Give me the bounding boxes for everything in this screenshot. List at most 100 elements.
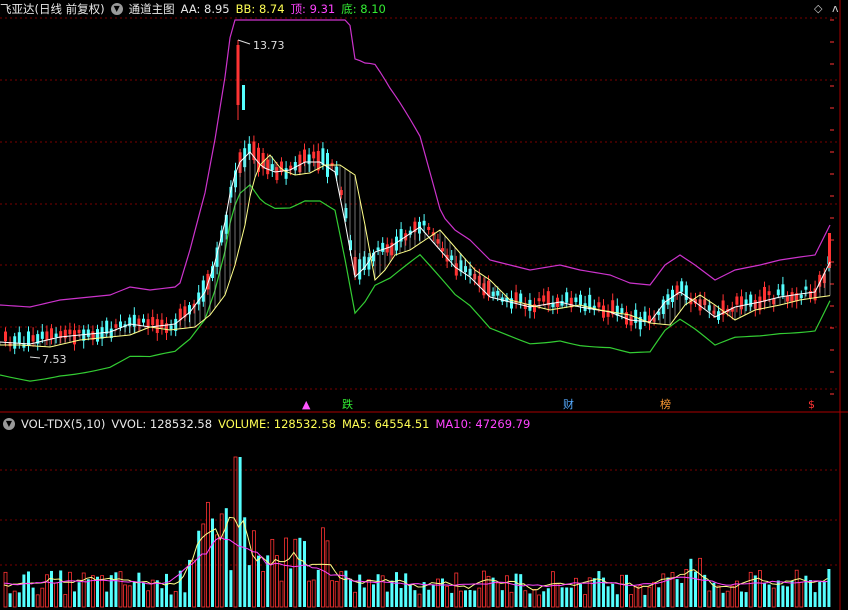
candle-body [96,329,99,342]
volume-bar [160,588,164,607]
volume-bar [560,587,564,607]
volume-bar [73,591,76,607]
candle-body [266,159,270,175]
volume-bars [3,456,831,608]
candle-body [661,299,665,315]
candle-body [767,291,771,296]
candle-body [114,324,118,328]
high-price-label: 13.73 [253,39,285,52]
candle-body [436,239,440,244]
candle-body [50,328,53,340]
volume-bar [63,594,68,608]
volume-bar [551,571,555,608]
volume-bar [385,591,389,607]
candle-body [40,331,44,339]
volume-bar [366,579,371,608]
volume-bar [22,574,26,607]
event-marker-signal[interactable]: $ [808,399,815,411]
candle-body [270,164,274,171]
volume-bar [592,578,596,607]
volume-bar [81,572,86,608]
volume-bar [114,572,118,607]
volume-bar [68,571,72,608]
volume-bar [257,555,260,607]
candle-body [86,329,90,337]
volume-bar [12,590,17,608]
volume-bar [205,501,210,608]
event-marker-down[interactable]: 跌 [342,399,353,411]
volume-bar [413,590,417,607]
candle-body [491,291,495,297]
candle-body [519,293,523,303]
volume-bar [827,569,831,607]
volume-bar [602,577,605,607]
volume-bar [473,590,477,607]
volume-bar [555,583,560,608]
volume-bar [404,573,408,607]
volume-bar [215,534,220,608]
volume-bar [486,575,491,608]
candle-body [496,290,500,296]
volume-bar [183,592,187,607]
volume-bar [247,565,251,607]
volume-bar [528,593,532,607]
volume-bar [155,580,159,607]
candle-body [4,331,7,342]
candle-body [422,220,426,226]
volume-bar [652,581,656,608]
volume-bar [8,593,12,607]
candle-body [776,289,780,296]
kline-chart[interactable] [0,0,848,610]
candle-body [537,298,541,302]
volume-bar [146,590,151,608]
volume-bar [542,591,546,607]
volume-bar [96,576,99,607]
volume-bar [123,584,127,608]
channel-bottom-line [0,183,831,382]
candle-body [45,331,49,341]
volume-bar [229,570,233,607]
volume-bar [298,537,302,607]
volume-bar [694,571,697,607]
volume-bar [721,592,725,607]
volume-bar [417,593,422,608]
volume-bar [372,584,375,607]
volume-bar [477,587,482,608]
candle-body [546,291,550,306]
candle-body [579,294,582,305]
volume-bar [481,570,486,608]
volume-bar [703,574,707,607]
candle-body [105,320,109,334]
candle-body [17,332,21,344]
channel-top-line [0,19,831,308]
volume-bar [127,585,132,608]
event-marker-ranking[interactable]: 榜 [660,399,671,411]
candle-body [786,296,789,302]
volume-bar [758,570,762,608]
candle-body [560,301,564,306]
volume-bar [763,583,766,607]
volume-bar [399,587,403,607]
volume-bar [358,574,362,607]
volume-bar [427,589,431,607]
volume-bar [587,577,592,608]
event-marker-up-arrow[interactable]: ▲ [302,399,310,411]
volume-bar [458,590,463,608]
candle-body [321,148,325,165]
volume-bar [794,569,799,608]
volume-bar [565,587,569,607]
volume-bar [684,568,689,608]
volume-bar [725,590,730,608]
volume-bar [311,579,316,608]
volume-bar [491,577,495,607]
candlesticks [4,40,831,355]
volume-bar [813,592,817,607]
event-marker-finance[interactable]: 财 [563,399,574,411]
volume-bar [450,592,454,607]
volume-bar [211,518,214,607]
volume-bar [504,575,509,608]
volume-bar [680,582,684,607]
volume-bar [50,570,53,607]
volume-bar [500,590,504,607]
volume-bar [330,580,335,608]
